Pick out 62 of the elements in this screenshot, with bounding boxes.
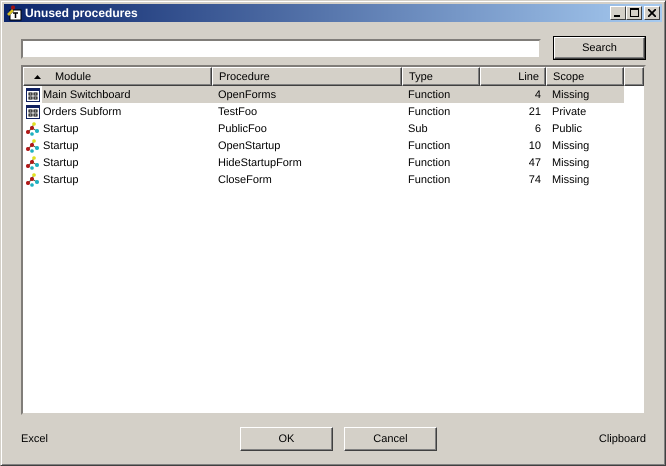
table-cell: TestFoo (218, 106, 258, 118)
column-header[interactable]: Procedure (212, 67, 402, 86)
table-cell: Startup (43, 140, 78, 152)
table-cell: 4 (534, 88, 541, 100)
table-cell: 47 (528, 156, 541, 168)
table-cell: Missing (552, 156, 590, 168)
selected-row[interactable]: Main Switchboard OpenForms Function 4 Missing (42, 86, 624, 103)
column-header[interactable]: Module (23, 67, 212, 86)
table-cell: Startup (43, 174, 78, 186)
table-cell: Missing (552, 174, 590, 186)
column-label: Module (55, 71, 92, 83)
column-header[interactable]: Type (402, 67, 480, 86)
table-cell: 21 (528, 106, 541, 118)
module-icon (26, 156, 40, 170)
cancel-button[interactable]: Cancel (344, 426, 437, 450)
excel-link[interactable]: Excel (21, 432, 48, 444)
table-cell: Function (408, 156, 450, 168)
close-icon (648, 9, 656, 17)
minimize-button[interactable] (610, 6, 626, 20)
table-cell: CloseForm (218, 174, 272, 186)
table-cell: Orders Subform (43, 106, 122, 118)
form-icon (26, 88, 40, 102)
maximize-icon (630, 8, 638, 17)
list-row[interactable]: Startup CloseForm Function 74 Missing (42, 171, 624, 188)
list-row[interactable]: Startup OpenStartup Function 10 Missing (42, 137, 624, 154)
table-cell: Sub (408, 122, 428, 134)
list-row[interactable]: Startup HideStartupForm Function 47 Missing (42, 154, 624, 171)
list-row[interactable]: Orders Subform TestFoo Function 21 Private (42, 103, 624, 120)
sort-ascending-icon (34, 75, 41, 79)
table-cell: Main Switchboard (43, 88, 130, 100)
table-cell: Startup (43, 122, 78, 134)
ok-button[interactable]: OK (240, 426, 333, 450)
table-cell: Missing (552, 140, 590, 152)
close-button[interactable] (644, 6, 660, 20)
table-cell: OpenStartup (218, 140, 280, 152)
module-icon (26, 138, 40, 152)
column-header[interactable]: Scope (546, 67, 624, 86)
table-cell: Function (408, 88, 450, 100)
table-cell: Public (552, 122, 582, 134)
table-cell: Missing (552, 88, 590, 100)
maximize-button[interactable] (626, 6, 642, 20)
table-cell: 6 (534, 122, 541, 134)
search-button[interactable]: Search (553, 36, 646, 60)
table-cell: PublicFoo (218, 122, 267, 134)
form-icon (26, 104, 40, 118)
table-cell: Function (408, 140, 450, 152)
search-field[interactable] (21, 39, 541, 59)
table-cell: Startup (43, 156, 78, 168)
table-cell: HideStartupForm (218, 156, 302, 168)
list-row[interactable]: Startup PublicFoo Sub 6 Public (42, 120, 624, 137)
module-icon (26, 122, 40, 136)
column-header[interactable]: Line (480, 67, 546, 86)
table-cell: 74 (528, 174, 541, 186)
module-icon (26, 172, 40, 186)
clipboard-link[interactable]: Clipboard (598, 432, 646, 444)
window-title: Unused procedures (25, 6, 139, 20)
table-cell: Function (408, 106, 450, 118)
table-cell: OpenForms (218, 88, 276, 100)
table-cell: Function (408, 174, 450, 186)
app-icon (6, 5, 22, 21)
table-cell: Private (552, 106, 586, 118)
table-cell: 10 (528, 140, 541, 152)
